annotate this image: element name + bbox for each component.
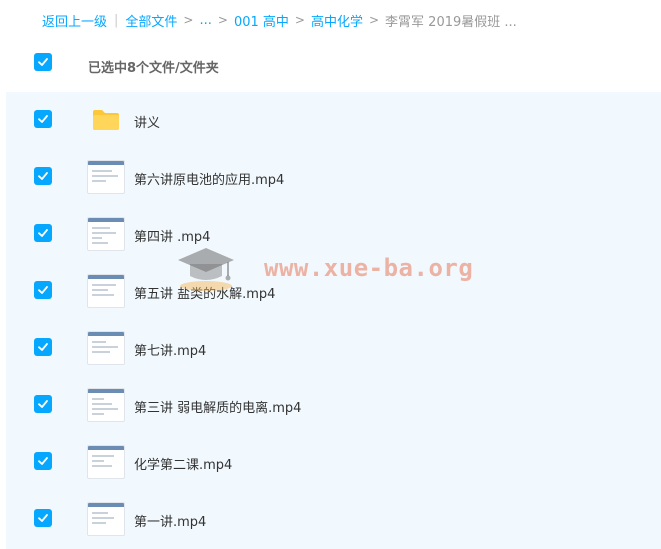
video-thumbnail-icon (87, 160, 125, 194)
list-item[interactable]: 讲义 (6, 92, 661, 149)
row-checkbox[interactable] (34, 110, 52, 128)
video-thumbnail-icon (87, 445, 125, 479)
row-checkbox[interactable] (34, 509, 52, 527)
check-icon (38, 58, 48, 66)
file-name[interactable]: 第五讲 盐类的水解.mp4 (134, 283, 275, 302)
breadcrumb-divider: | (114, 12, 119, 28)
breadcrumb-item-001-high-school[interactable]: 001 高中 (234, 11, 289, 30)
video-thumbnail-icon (87, 331, 125, 365)
chevron-right-icon: > (368, 13, 380, 27)
check-icon (38, 400, 48, 408)
breadcrumb-item-chemistry[interactable]: 高中化学 (311, 11, 363, 30)
check-icon (38, 343, 48, 351)
list-item[interactable]: 第一讲.mp4 (6, 491, 661, 548)
file-name[interactable]: 第七讲.mp4 (134, 340, 206, 359)
breadcrumb: 返回上一级 | 全部文件 > ... > 001 高中 > 高中化学 > 李霄军… (42, 10, 517, 30)
folder-icon (93, 110, 119, 130)
video-thumbnail-icon (87, 274, 125, 308)
list-item[interactable]: 第四讲 .mp4 (6, 206, 661, 263)
breadcrumb-item-all-files[interactable]: 全部文件 (125, 11, 177, 30)
file-list: 讲义 第六讲原电池的应用.mp4 第四讲 .mp4 第五讲 盐类的水解.mp4 … (6, 92, 661, 549)
check-icon (38, 457, 48, 465)
row-checkbox[interactable] (34, 338, 52, 356)
video-thumbnail-icon (87, 388, 125, 422)
file-name[interactable]: 化学第二课.mp4 (134, 454, 232, 473)
file-name[interactable]: 第三讲 弱电解质的电离.mp4 (134, 397, 301, 416)
list-item[interactable]: 第三讲 弱电解质的电离.mp4 (6, 377, 661, 434)
file-name[interactable]: 第四讲 .mp4 (134, 226, 210, 245)
breadcrumb-item-ellipsis[interactable]: ... (199, 13, 211, 28)
selected-count-text: 已选中8个文件/文件夹 (88, 61, 219, 76)
list-item[interactable]: 化学第二课.mp4 (6, 434, 661, 491)
video-thumbnail-icon (87, 217, 125, 251)
check-icon (38, 115, 48, 123)
check-icon (38, 229, 48, 237)
row-checkbox[interactable] (34, 281, 52, 299)
check-icon (38, 172, 48, 180)
back-link[interactable]: 返回上一级 (42, 11, 107, 30)
row-checkbox[interactable] (34, 452, 52, 470)
list-item[interactable]: 第六讲原电池的应用.mp4 (6, 149, 661, 206)
row-checkbox[interactable] (34, 224, 52, 242)
row-checkbox[interactable] (34, 395, 52, 413)
check-icon (38, 514, 48, 522)
select-all-checkbox[interactable] (34, 53, 52, 71)
list-item[interactable]: 第五讲 盐类的水解.mp4 (6, 263, 661, 320)
video-thumbnail-icon (87, 502, 125, 536)
file-name[interactable]: 讲义 (134, 112, 160, 131)
chevron-right-icon: > (183, 13, 194, 27)
breadcrumb-current: 李霄军 2019暑假班 ... (385, 14, 517, 30)
file-name[interactable]: 第一讲.mp4 (134, 511, 206, 530)
list-item[interactable]: 第七讲.mp4 (6, 320, 661, 377)
chevron-right-icon: > (217, 13, 228, 27)
row-checkbox[interactable] (34, 167, 52, 185)
file-name[interactable]: 第六讲原电池的应用.mp4 (134, 169, 284, 188)
chevron-right-icon: > (294, 13, 305, 27)
selection-header: 已选中8个文件/文件夹 (0, 44, 661, 88)
check-icon (38, 286, 48, 294)
